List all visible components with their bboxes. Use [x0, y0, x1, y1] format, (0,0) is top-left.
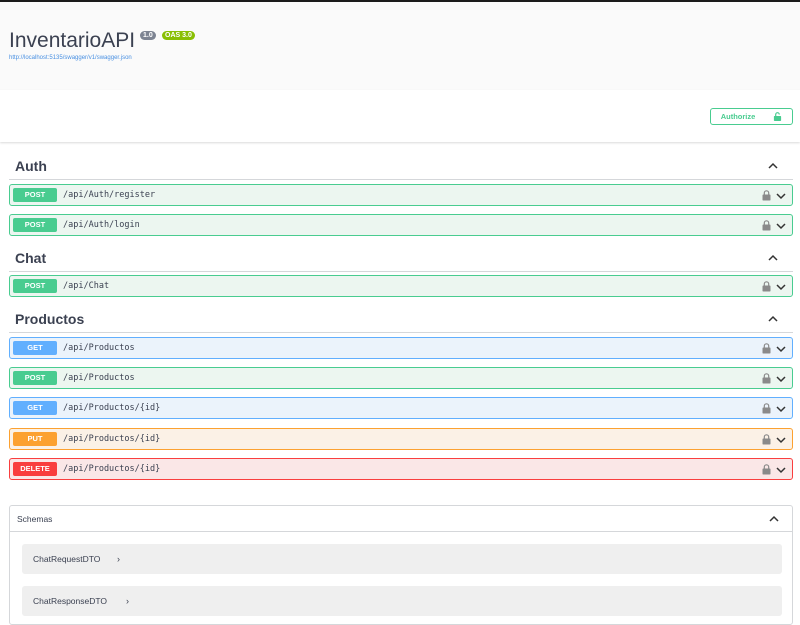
schema-model-chatresponsedto[interactable]: ChatResponseDTO ›	[22, 586, 782, 616]
method-badge: POST	[13, 279, 57, 293]
operation-put-producto[interactable]: PUT /api/Productos/{id}	[9, 428, 793, 450]
unlocked-icon	[774, 112, 782, 121]
tag-header-chat[interactable]: Chat	[9, 244, 793, 272]
chevron-up-icon	[768, 315, 778, 322]
oas-badge: OAS 3.0	[162, 31, 195, 40]
method-badge: POST	[13, 371, 57, 385]
schemas-section: Schemas ChatRequestDTO › ChatResponseDTO…	[9, 505, 793, 625]
method-badge: GET	[13, 341, 57, 355]
operation-path: /api/Chat	[63, 281, 110, 291]
chevron-right-icon: ›	[117, 554, 120, 564]
operation-delete-producto[interactable]: DELETE /api/Productos/{id}	[9, 458, 793, 480]
chevron-right-icon: ›	[126, 596, 129, 606]
chevron-down-icon[interactable]	[775, 434, 787, 446]
operation-get-productos[interactable]: GET /api/Productos	[9, 337, 793, 359]
operation-post-auth-register[interactable]: POST /api/Auth/register	[9, 184, 793, 206]
lock-icon[interactable]	[762, 403, 771, 414]
lock-icon[interactable]	[762, 373, 771, 384]
operation-path: /api/Auth/login	[63, 220, 140, 230]
lock-icon[interactable]	[762, 220, 771, 231]
model-name: ChatResponseDTO	[33, 596, 108, 606]
schemas-header[interactable]: Schemas	[10, 506, 792, 532]
operation-path: /api/Auth/register	[63, 190, 156, 200]
operation-get-producto-by-id[interactable]: GET /api/Productos/{id}	[9, 397, 793, 419]
api-title: InventarioAPI	[9, 29, 136, 52]
chevron-down-icon[interactable]	[775, 343, 787, 355]
spec-url-link[interactable]: http://localhost:5135/swagger/v1/swagger…	[9, 55, 132, 61]
operation-post-chat[interactable]: POST /api/Chat	[9, 275, 793, 297]
tag-name: Chat	[15, 250, 47, 266]
chevron-up-icon	[768, 254, 778, 261]
scheme-container	[0, 90, 800, 142]
lock-icon[interactable]	[762, 343, 771, 354]
authorize-label: Authorize	[720, 112, 756, 121]
schemas-title: Schemas	[17, 514, 53, 524]
method-badge: PUT	[13, 432, 57, 446]
schema-model-chatrequestdto[interactable]: ChatRequestDTO ›	[22, 544, 782, 574]
operation-post-productos[interactable]: POST /api/Productos	[9, 367, 793, 389]
lock-icon[interactable]	[762, 464, 771, 475]
chevron-down-icon[interactable]	[775, 373, 787, 385]
lock-icon[interactable]	[762, 281, 771, 292]
method-badge: POST	[13, 218, 57, 232]
operation-path: /api/Productos	[63, 373, 135, 383]
operation-path: /api/Productos	[63, 343, 135, 353]
method-badge: DELETE	[13, 462, 57, 476]
operation-path: /api/Productos/{id}	[63, 464, 161, 474]
authorize-button[interactable]: Authorize	[710, 108, 793, 125]
chevron-up-icon	[769, 515, 779, 522]
chevron-down-icon[interactable]	[775, 464, 787, 476]
tag-header-auth[interactable]: Auth	[9, 152, 793, 180]
chevron-down-icon[interactable]	[775, 190, 787, 202]
tag-name: Auth	[15, 158, 47, 174]
chevron-down-icon[interactable]	[775, 403, 787, 415]
chevron-down-icon[interactable]	[775, 281, 787, 293]
chevron-up-icon	[768, 162, 778, 169]
tag-name: Productos	[15, 311, 85, 327]
tag-header-productos[interactable]: Productos	[9, 305, 793, 333]
chevron-down-icon[interactable]	[775, 220, 787, 232]
operation-path: /api/Productos/{id}	[63, 434, 161, 444]
model-name: ChatRequestDTO	[33, 554, 101, 564]
lock-icon[interactable]	[762, 190, 771, 201]
operation-path: /api/Productos/{id}	[63, 403, 161, 413]
method-badge: GET	[13, 401, 57, 415]
operation-post-auth-login[interactable]: POST /api/Auth/login	[9, 214, 793, 236]
version-badge: 1.0	[140, 31, 156, 40]
lock-icon[interactable]	[762, 434, 771, 445]
method-badge: POST	[13, 188, 57, 202]
